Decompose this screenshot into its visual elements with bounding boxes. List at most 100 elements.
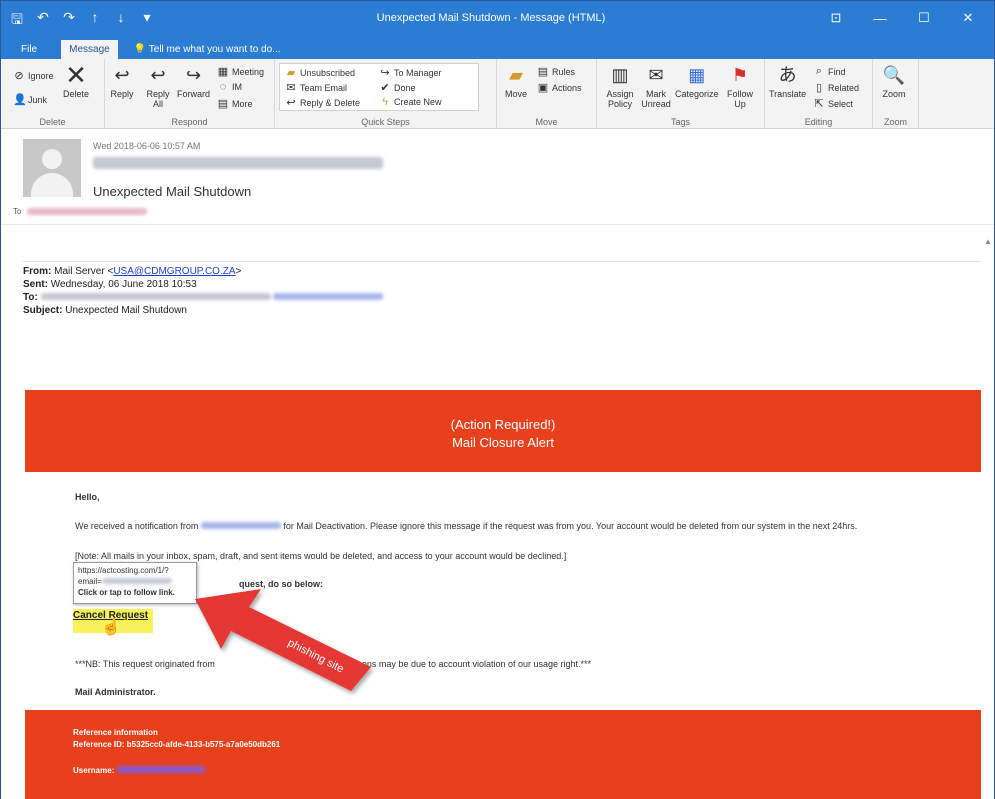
quick-access-toolbar: 🖫 ↶ ↷ ↑ ↓ ▾ xyxy=(9,9,155,33)
note-paragraph: [Note: All mails in your inbox, spam, dr… xyxy=(75,551,567,561)
junk-button[interactable]: 👤 Junk xyxy=(13,93,47,106)
follow-up-label: Follow Up xyxy=(726,89,753,109)
tab-message[interactable]: Message xyxy=(61,40,118,59)
delete-button[interactable]: ✕ Delete xyxy=(63,62,89,99)
notice-end: for Mail Deactivation. Please ignore thi… xyxy=(283,521,858,531)
subject-line: Subject: Unexpected Mail Shutdown xyxy=(23,304,383,317)
sent-label: Sent: xyxy=(23,279,48,290)
find-icon: ⌕ xyxy=(815,65,823,77)
meeting-button[interactable]: ▦ Meeting xyxy=(217,65,264,78)
related-button[interactable]: ▯ Related xyxy=(813,81,859,94)
rules-icon: ▤ xyxy=(537,66,549,78)
rules-button[interactable]: ▤ Rules xyxy=(537,65,575,78)
outlook-message-window: 🖫 ↶ ↷ ↑ ↓ ▾ Unexpected Mail Shutdown - M… xyxy=(0,0,995,799)
envelope-icon: ✉ xyxy=(286,82,296,94)
quick-step-label: Unsubscribed xyxy=(300,67,356,78)
mark-unread-button[interactable]: ✉ Mark Unread xyxy=(639,63,673,109)
to-redacted xyxy=(40,293,271,300)
ribbon: ⊘ Ignore 👤 Junk ✕ Delete Delete ↩ Reply ↩ Rep… xyxy=(1,59,994,129)
more-icon: ▤ xyxy=(217,98,229,110)
mark-unread-icon: ✉ xyxy=(648,65,664,85)
quick-step-team-email[interactable]: ✉ Team Email xyxy=(285,81,347,94)
junk-label: Junk xyxy=(28,94,48,105)
window-controls: ⊡ — ☐ ✕ xyxy=(814,5,990,31)
translate-button[interactable]: あ Translate xyxy=(769,63,806,99)
reply-all-label: Reply All xyxy=(146,89,170,109)
vertical-scrollbar[interactable]: ▲ xyxy=(984,235,992,795)
actions-icon: ▣ xyxy=(537,82,549,94)
select-label: Select xyxy=(828,98,854,109)
reply-delete-icon: ↩ xyxy=(286,97,296,109)
link-tooltip: https://actcosting.com/1/? email= Click … xyxy=(73,562,197,604)
assign-policy-label: Assign Policy xyxy=(606,89,634,109)
sent-value: Wednesday, 06 June 2018 10:53 xyxy=(50,279,197,290)
scroll-up-icon[interactable]: ▲ xyxy=(984,237,992,246)
quick-step-create-new[interactable]: ϟ Create New xyxy=(379,96,441,108)
ribbon-display-options-button[interactable]: ⊡ xyxy=(814,5,858,31)
quick-step-label: Reply & Delete xyxy=(300,97,361,108)
reply-button[interactable]: ↩ Reply xyxy=(109,63,135,99)
quick-step-done[interactable]: ✔ Done xyxy=(379,81,416,94)
group-label: Editing xyxy=(804,117,833,127)
notice-start: We received a notification from xyxy=(75,521,199,531)
categorize-button[interactable]: ▦ Categorize xyxy=(675,63,719,99)
quick-step-unsubscribed[interactable]: ▰ Unsubscribed xyxy=(285,66,355,79)
find-button[interactable]: ⌕ Find xyxy=(813,65,846,78)
respond-group: ↩ Reply ↩ Reply All ↪ Forward ▦ Meeting ◌ IM … xyxy=(105,59,275,129)
minimize-button[interactable]: — xyxy=(858,5,902,31)
assign-policy-button[interactable]: ▥ Assign Policy xyxy=(603,63,637,109)
more-button[interactable]: ▤ More xyxy=(217,97,253,110)
reply-label: Reply xyxy=(110,89,134,99)
arrow-shape xyxy=(195,589,371,691)
tab-file[interactable]: File xyxy=(13,40,45,59)
customize-toolbar-icon[interactable]: ▾ xyxy=(139,9,155,33)
quick-step-reply-delete[interactable]: ↩ Reply & Delete xyxy=(285,96,360,109)
reference-banner: Reference information Reference ID: b532… xyxy=(25,710,981,799)
im-label: IM xyxy=(232,82,242,92)
im-button[interactable]: ◌ IM xyxy=(217,81,242,93)
save-icon[interactable]: 🖫 xyxy=(9,9,25,33)
reply-all-button[interactable]: ↩ Reply All xyxy=(143,63,173,109)
sent-line: Sent: Wednesday, 06 June 2018 10:53 xyxy=(23,278,383,291)
ignore-button[interactable]: ⊘ Ignore xyxy=(13,69,53,82)
actions-button[interactable]: ▣ Actions xyxy=(537,81,582,94)
ignore-icon: ⊘ xyxy=(14,70,24,82)
notice-paragraph: We received a notification from for Mail… xyxy=(75,521,857,531)
forwarded-headers: From: Mail Server <USA@CDMGROUP.CO.ZA> S… xyxy=(23,265,384,317)
reference-title: Reference information xyxy=(73,728,158,737)
move-button[interactable]: ▰ Move xyxy=(503,63,529,99)
previous-item-icon[interactable]: ↑ xyxy=(87,9,103,33)
move-folder-icon: ▰ xyxy=(509,65,523,85)
tooltip-email-label: email= xyxy=(78,577,102,586)
follow-up-button[interactable]: ⚑ Follow Up xyxy=(723,63,757,109)
zoom-button[interactable]: 🔍 Zoom xyxy=(881,63,907,99)
forward-button[interactable]: ↪ Forward xyxy=(177,63,210,99)
ribbon-tabs: File Message 💡 Tell me what you want to … xyxy=(1,37,994,59)
more-label: More xyxy=(232,98,253,109)
subject-label: Subject: xyxy=(23,305,63,316)
tooltip-email-line: email= xyxy=(78,576,192,587)
quick-step-label: Done xyxy=(394,82,416,93)
lightning-icon: ϟ xyxy=(382,96,388,108)
redo-icon[interactable]: ↷ xyxy=(61,9,77,33)
undo-icon[interactable]: ↶ xyxy=(35,9,51,33)
tell-me-search[interactable]: 💡 Tell me what you want to do... xyxy=(134,40,281,59)
recipient-line: To xyxy=(13,207,148,216)
group-label: Move xyxy=(535,117,558,127)
notice-email-redacted xyxy=(200,522,281,529)
quick-step-to-manager[interactable]: ↪ To Manager xyxy=(379,66,441,79)
select-button[interactable]: ⇱ Select xyxy=(813,97,853,110)
maximize-button[interactable]: ☐ xyxy=(902,5,946,31)
forward-manager-icon: ↪ xyxy=(380,67,390,79)
next-item-icon[interactable]: ↓ xyxy=(113,9,129,33)
username-label: Username: xyxy=(73,766,115,775)
hand-cursor-icon: ☝ xyxy=(101,619,121,636)
reply-all-icon: ↩ xyxy=(150,65,166,85)
tooltip-email-redacted xyxy=(101,578,172,584)
quick-step-label: Team Email xyxy=(300,82,348,93)
close-button[interactable]: ✕ xyxy=(946,5,990,31)
sender-redacted xyxy=(93,157,383,169)
from-email-link[interactable]: USA@CDMGROUP.CO.ZA xyxy=(113,266,235,277)
reply-icon: ↩ xyxy=(114,65,130,85)
username-redacted xyxy=(116,766,205,773)
